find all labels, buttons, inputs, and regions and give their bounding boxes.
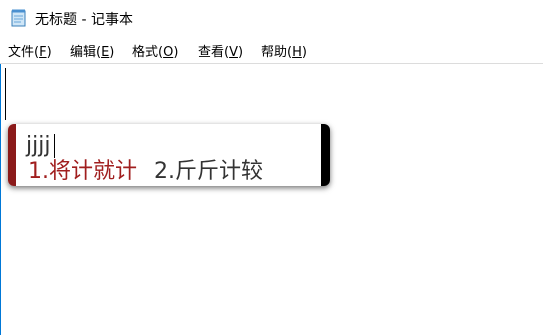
ime-composition-string: jjjj xyxy=(26,133,51,158)
text-caret xyxy=(5,68,6,120)
menu-view[interactable]: 查看(V) xyxy=(198,41,243,60)
menu-view-close: ) xyxy=(237,45,244,60)
title-bar[interactable]: 无标题 - 记事本 xyxy=(0,0,543,37)
window-left-border xyxy=(0,64,1,335)
window-title: 无标题 - 记事本 xyxy=(35,12,133,28)
menu-format-accel: O xyxy=(163,45,174,60)
menu-file-close: ) xyxy=(46,45,52,60)
candidate-number: 2. xyxy=(154,159,176,184)
menu-format[interactable]: 格式(O) xyxy=(132,41,178,60)
menu-help-accel: H xyxy=(292,45,302,60)
ime-candidate-1[interactable]: 1.将计就计 xyxy=(28,160,137,184)
ime-left-accent-bar xyxy=(8,124,16,186)
ime-composition-caret xyxy=(54,134,55,158)
menu-file[interactable]: 文件(F) xyxy=(8,41,52,60)
candidate-number: 1. xyxy=(28,159,49,184)
candidate-text: 将计就计 xyxy=(49,159,138,184)
menu-bar: 文件(F) 编辑(E) 格式(O) 查看(V) 帮助(H) xyxy=(0,37,543,64)
candidate-text: 斤斤计较 xyxy=(175,159,264,184)
menu-help-close: ) xyxy=(301,45,307,60)
menu-help-label: 帮助( xyxy=(261,45,293,60)
notepad-window: 无标题 - 记事本 文件(F) 编辑(E) 格式(O) 查看(V) 帮助(H) … xyxy=(0,0,543,335)
menu-view-label: 查看( xyxy=(198,45,230,60)
ime-candidate-2[interactable]: 2.斤斤计较 xyxy=(154,160,263,184)
notepad-app-icon[interactable] xyxy=(11,9,26,27)
menu-file-accel: F xyxy=(39,45,47,60)
menu-edit-label: 编辑( xyxy=(70,45,102,60)
menu-edit-close: ) xyxy=(109,45,115,60)
menu-format-label: 格式( xyxy=(132,45,164,60)
menu-view-accel: V xyxy=(229,45,238,60)
menu-format-close: ) xyxy=(173,45,179,60)
menu-help[interactable]: 帮助(H) xyxy=(261,41,307,60)
menu-file-label: 文件( xyxy=(8,45,40,60)
ime-candidate-list: 1.将计就计 2.斤斤计较 xyxy=(28,160,273,184)
ime-right-accent-bar xyxy=(321,124,330,186)
menu-edit[interactable]: 编辑(E) xyxy=(70,41,114,60)
text-editor-area[interactable] xyxy=(0,64,543,335)
ime-candidate-window: jjjj 1.将计就计 2.斤斤计较 xyxy=(8,124,330,186)
